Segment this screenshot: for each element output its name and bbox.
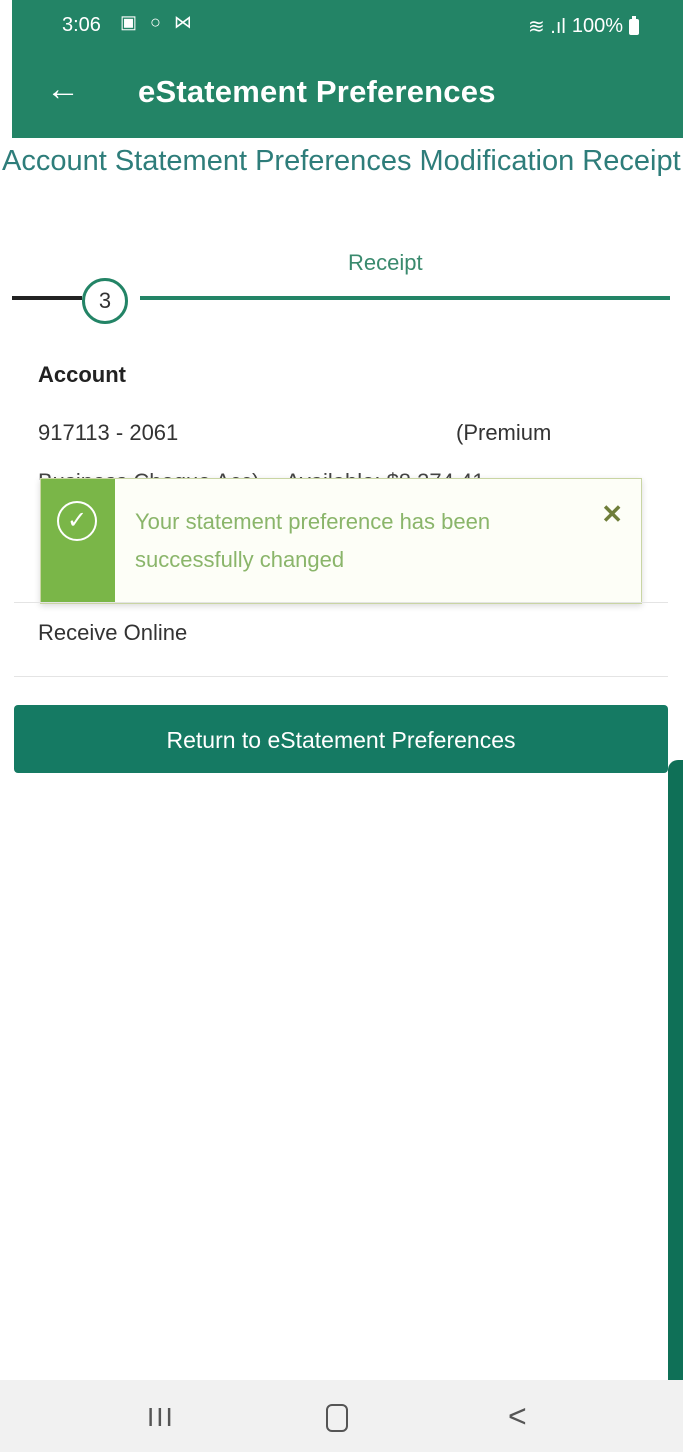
home-icon[interactable]	[326, 1404, 348, 1432]
account-label: Account	[38, 362, 126, 387]
status-bar: 3:06 ▣ ○ ⋈ ≋ .ıl 100%	[12, 0, 683, 48]
signal-icon: ≋ .ıl	[527, 16, 566, 38]
back-arrow-icon[interactable]: ←	[46, 72, 80, 106]
status-time: 3:06	[62, 14, 101, 36]
close-icon[interactable]: ✕	[601, 499, 623, 530]
toast-stripe: ✓	[41, 479, 115, 603]
system-nav-bar: III <	[0, 1380, 683, 1452]
divider	[14, 602, 668, 603]
notification-icons: ▣ ○ ⋈	[120, 12, 196, 32]
nav-back-icon[interactable]: <	[508, 1398, 527, 1435]
battery-label: 100%	[571, 15, 623, 37]
return-to-preferences-button[interactable]: Return to eStatement Preferences	[14, 705, 668, 773]
recent-apps-icon[interactable]: III	[147, 1402, 175, 1433]
step-label: Receipt	[348, 250, 423, 275]
screen: 3:06 ▣ ○ ⋈ ≋ .ıl 100% ← eStatement Prefe…	[0, 0, 683, 1452]
toast-message: Your statement preference has been succe…	[135, 509, 491, 572]
stepper-line-completed	[12, 296, 82, 300]
page-title: Account Statement Preferences Modificati…	[2, 145, 681, 177]
divider	[14, 676, 668, 677]
step-number-badge: 3	[82, 278, 128, 324]
app-bar: ← eStatement Preferences	[12, 62, 683, 132]
app-bar-title: eStatement Preferences	[138, 74, 496, 109]
edge-panel-handle[interactable]	[668, 760, 683, 1380]
account-number: 917113 - 2061	[38, 420, 179, 445]
stepper-line	[140, 296, 670, 300]
delivery-preference: Receive Online	[38, 620, 188, 645]
status-right: ≋ .ıl 100%	[528, 14, 639, 39]
account-type: (Premium	[456, 420, 552, 445]
battery-icon	[629, 15, 639, 35]
check-circle-icon: ✓	[57, 501, 97, 541]
top-bar: 3:06 ▣ ○ ⋈ ≋ .ıl 100% ← eStatement Prefe…	[12, 0, 683, 138]
success-toast: ✓ Your statement preference has been suc…	[40, 478, 642, 604]
progress-stepper: Receipt 3	[0, 240, 683, 324]
